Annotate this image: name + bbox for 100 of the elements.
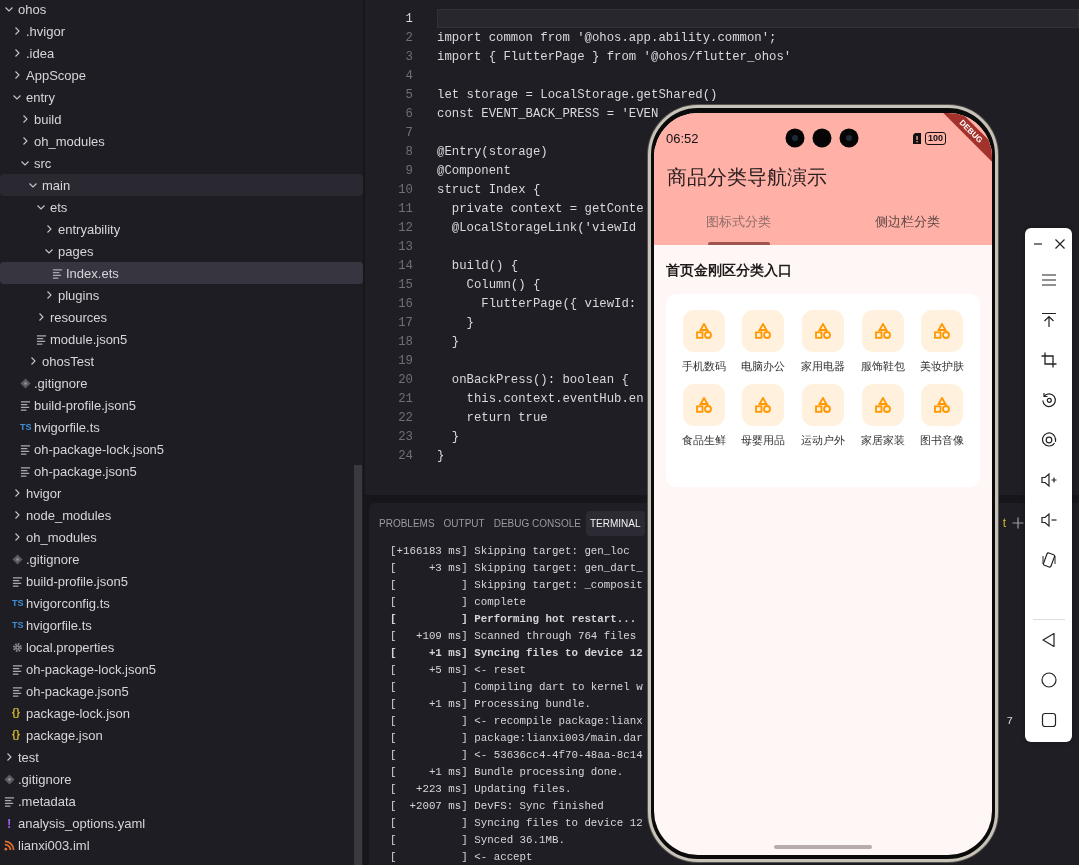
tree-item[interactable]: ! analysis_options.yaml bbox=[0, 812, 363, 834]
line-number: 5 bbox=[404, 87, 413, 102]
recents-icon[interactable] bbox=[1040, 712, 1057, 728]
line-number: 15 bbox=[397, 277, 413, 292]
file-type-icon: {} bbox=[12, 730, 20, 740]
terminal-line: [ +1 ms] Bundle processing done. bbox=[390, 765, 624, 778]
tree-item[interactable]: oh-package.json5 bbox=[0, 680, 363, 702]
tree-item[interactable]: node_modules bbox=[0, 504, 363, 526]
code-text: build() { bbox=[450, 258, 519, 273]
tree-item[interactable]: ohos bbox=[0, 0, 363, 20]
terminal-line: [ ] package:lianxi003/main.dar bbox=[390, 731, 643, 744]
terminal-line: [ +2007 ms] DevFS: Sync finished bbox=[390, 799, 604, 812]
category-item[interactable]: 食品生鲜 bbox=[674, 384, 734, 448]
tree-item[interactable]: local.properties bbox=[0, 636, 363, 658]
tree-item[interactable]: plugins bbox=[0, 284, 363, 306]
tree-item[interactable]: oh-package-lock.json5 bbox=[0, 658, 363, 680]
file-lines-icon bbox=[12, 575, 23, 587]
panel-tab[interactable]: DEBUG CONSOLE bbox=[489, 510, 585, 536]
tree-item[interactable]: oh_modules bbox=[0, 526, 363, 548]
tree-item[interactable]: entry bbox=[0, 86, 363, 108]
line-number: 4 bbox=[404, 68, 413, 83]
category-item[interactable]: 服饰鞋包 bbox=[852, 310, 913, 374]
terminal-line: 7 bbox=[1006, 714, 1013, 727]
panel-tab[interactable]: PROBLEMS bbox=[375, 510, 439, 536]
terminal-line: [ ] Synced 36.1MB. bbox=[390, 833, 565, 846]
tree-item[interactable]: pages bbox=[0, 240, 363, 262]
scrollbar[interactable] bbox=[354, 465, 362, 865]
tree-item[interactable]: .idea bbox=[0, 42, 363, 64]
back-icon[interactable] bbox=[1040, 632, 1057, 648]
code-text: @LocalStorageLink('viewId bbox=[450, 220, 637, 235]
line-number: 12 bbox=[397, 220, 413, 235]
diamond-icon bbox=[12, 553, 23, 565]
category-item[interactable]: 美妆护肤 bbox=[912, 310, 972, 374]
gear-icon bbox=[12, 641, 23, 653]
home-icon[interactable] bbox=[1040, 672, 1057, 688]
category-item[interactable]: 家居家装 bbox=[852, 384, 913, 448]
tree-item[interactable]: .gitignore bbox=[0, 768, 363, 790]
tree-item[interactable]: entryability bbox=[0, 218, 363, 240]
tree-item[interactable]: ets bbox=[0, 196, 363, 218]
tree-item[interactable]: {} package.json bbox=[0, 724, 363, 746]
volume-up-icon[interactable] bbox=[1040, 472, 1057, 488]
tree-item[interactable]: main bbox=[0, 174, 363, 196]
rotate-icon[interactable] bbox=[1040, 392, 1057, 408]
code-text: } bbox=[450, 429, 460, 444]
tree-item[interactable]: lianxi003.iml bbox=[0, 834, 363, 856]
tree-item[interactable]: src bbox=[0, 152, 363, 174]
tree-item[interactable]: .metadata bbox=[0, 790, 363, 812]
rotate-device-icon[interactable] bbox=[1040, 552, 1057, 568]
pin-top-icon[interactable] bbox=[1040, 312, 1057, 328]
capture-icon[interactable] bbox=[1040, 432, 1057, 448]
line-number: 2 bbox=[404, 30, 413, 45]
category-tab[interactable]: 侧边栏分类 bbox=[823, 199, 992, 245]
file-lines-icon bbox=[4, 795, 15, 807]
file-lines-icon bbox=[20, 443, 31, 455]
tree-item[interactable]: build bbox=[0, 108, 363, 130]
code-text: private context = getConte bbox=[450, 201, 644, 216]
tree-item[interactable]: module.json5 bbox=[0, 328, 363, 350]
file-lines-icon bbox=[52, 267, 63, 279]
tree-item[interactable]: hvigor bbox=[0, 482, 363, 504]
tree-item[interactable]: oh-package.json5 bbox=[0, 460, 363, 482]
tree-item[interactable]: Index.ets bbox=[0, 262, 363, 284]
panel-tab[interactable]: TERMINAL bbox=[585, 510, 645, 536]
terminal-line: [+166183 ms] Skipping target: gen_loc bbox=[390, 544, 630, 557]
tree-item[interactable]: build-profile.json5 bbox=[0, 570, 363, 592]
tree-item[interactable]: oh-package-lock.json5 bbox=[0, 438, 363, 460]
file-type-icon: TS bbox=[20, 422, 32, 432]
line-number: 1 bbox=[404, 11, 413, 26]
code-text: Column() { bbox=[465, 277, 541, 292]
terminal-line: [ ] Syncing files to device 12 bbox=[390, 816, 643, 829]
category-item[interactable]: 电脑办公 bbox=[733, 310, 794, 374]
category-item[interactable]: 家用电器 bbox=[793, 310, 853, 374]
tree-item[interactable]: .gitignore bbox=[0, 372, 363, 394]
shapes-icon bbox=[873, 323, 892, 339]
terminal-line: [ ] <- recompile package:lianx bbox=[390, 714, 643, 727]
category-item[interactable]: 运动户外 bbox=[793, 384, 853, 448]
tree-item[interactable]: resources bbox=[0, 306, 363, 328]
crop-icon[interactable] bbox=[1040, 352, 1057, 368]
line-number: 3 bbox=[404, 49, 413, 64]
file-type-icon: TS bbox=[12, 620, 24, 630]
tree-item[interactable]: AppScope bbox=[0, 64, 363, 86]
line-number: 13 bbox=[397, 239, 413, 254]
volume-down-icon[interactable] bbox=[1040, 512, 1057, 528]
category-item[interactable]: 手机数码 bbox=[674, 310, 734, 374]
tree-item[interactable]: oh_modules bbox=[0, 130, 363, 152]
menu-icon[interactable] bbox=[1040, 272, 1057, 288]
tree-item[interactable]: ohosTest bbox=[0, 350, 363, 372]
terminal-name[interactable]: t bbox=[1002, 516, 1006, 530]
plus-icon[interactable] bbox=[1012, 517, 1024, 529]
diamond-icon bbox=[4, 773, 15, 785]
tree-item[interactable]: .hvigor bbox=[0, 20, 363, 42]
line-number: 6 bbox=[404, 106, 413, 121]
tree-item[interactable]: build-profile.json5 bbox=[0, 394, 363, 416]
panel-tab[interactable]: OUTPUT bbox=[439, 510, 489, 536]
category-item[interactable]: 图书音像 bbox=[912, 384, 972, 448]
tree-item[interactable]: {} package-lock.json bbox=[0, 702, 363, 724]
battery-level: 100 bbox=[924, 131, 946, 145]
tree-item[interactable]: test bbox=[0, 746, 363, 768]
category-item[interactable]: 母婴用品 bbox=[733, 384, 794, 448]
terminal-line: [ +5 ms] <- reset bbox=[390, 663, 527, 676]
tree-item[interactable]: .gitignore bbox=[0, 548, 363, 570]
